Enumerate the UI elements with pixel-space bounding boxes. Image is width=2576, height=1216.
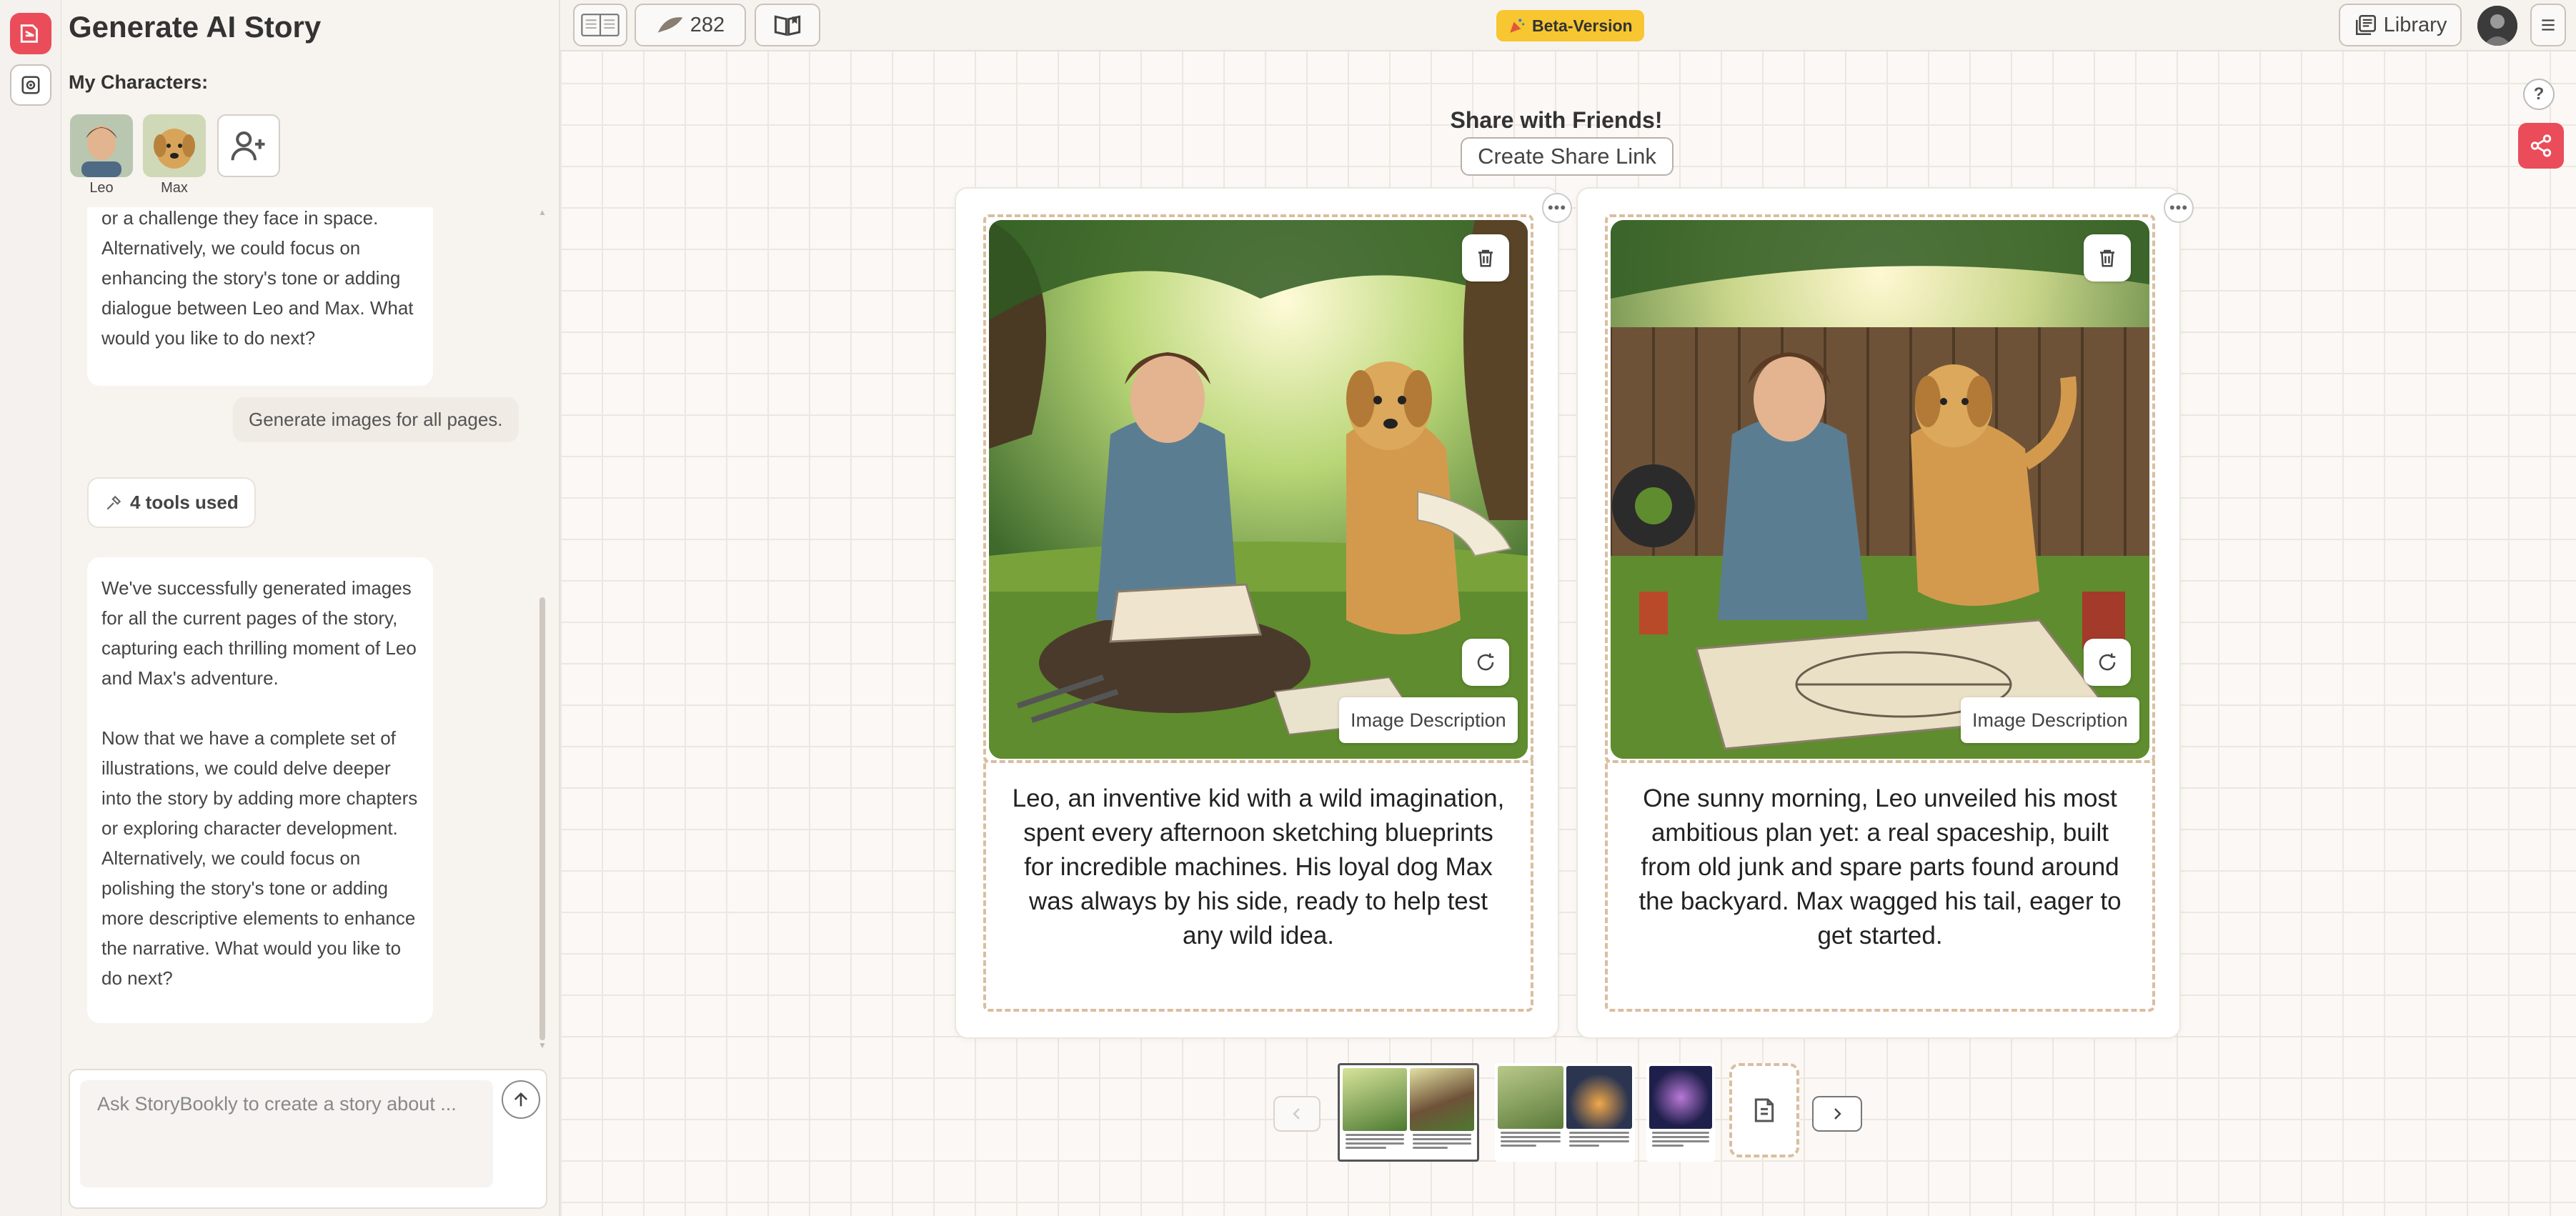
party-popper-icon	[1510, 19, 1525, 33]
book-layout-icon	[581, 14, 620, 36]
spread-thumbnail[interactable]	[1646, 1063, 1715, 1162]
create-share-link-button[interactable]: Create Share Link	[1461, 137, 1674, 176]
top-toolbar: 282 Beta-Version Library	[560, 0, 2576, 51]
chevron-right-icon	[1834, 1108, 1841, 1120]
send-button[interactable]	[502, 1080, 540, 1119]
beta-version-badge: Beta-Version	[1496, 10, 1644, 41]
character-max[interactable]: Max	[143, 114, 206, 196]
assistant-message: or a challenge they face in space. Alter…	[87, 207, 433, 386]
more-dots-icon: •••	[2169, 199, 2189, 216]
page-illustration[interactable]	[1611, 220, 2149, 759]
thumbnail-page	[1498, 1066, 1563, 1159]
assistant-message-text: or a challenge they face in space. Alter…	[101, 207, 414, 349]
page-illustration[interactable]	[989, 220, 1528, 759]
story-page-card: •••	[955, 187, 1572, 1039]
trash-icon	[2100, 249, 2114, 267]
left-rail	[0, 0, 61, 1216]
credits-button[interactable]: 282	[635, 4, 746, 46]
character-leo[interactable]: Leo	[70, 114, 133, 196]
library-icon	[2355, 14, 2376, 36]
story-page-card: •••	[1576, 187, 2194, 1039]
share-float-button[interactable]	[2518, 123, 2564, 169]
chat-history: or a challenge they face in space. Alter…	[61, 207, 547, 1050]
arrow-up-icon	[514, 1092, 528, 1107]
panel-title: Generate AI Story	[69, 10, 322, 44]
regenerate-image-button[interactable]	[1462, 639, 1509, 686]
add-character-button[interactable]	[217, 114, 280, 177]
chat-composer	[69, 1069, 547, 1209]
character-name: Leo	[89, 180, 114, 196]
assistant-message-text: Now that we have a complete set of illus…	[101, 727, 418, 989]
reader-mode-button[interactable]	[755, 4, 820, 46]
library-button[interactable]: Library	[2339, 4, 2462, 46]
user-avatar[interactable]	[2477, 6, 2517, 46]
rail-settings-button[interactable]	[10, 64, 51, 106]
chat-scrollbar[interactable]: ▲ ▼	[537, 207, 547, 1050]
storybook-logo-icon	[20, 24, 38, 43]
refresh-icon	[1477, 653, 1494, 671]
delete-image-button[interactable]	[2084, 234, 2131, 281]
thumbnail-page	[1566, 1066, 1632, 1159]
tools-used-label: 4 tools used	[130, 492, 239, 513]
tools-icon	[106, 495, 121, 509]
share-title: Share with Friends!	[1450, 107, 1663, 133]
share-icon	[2530, 134, 2552, 157]
library-label: Library	[2383, 13, 2447, 36]
spread-thumbnail-active[interactable]	[1338, 1063, 1479, 1162]
story-canvas: 282 Beta-Version Library ? Share with Fr…	[560, 0, 2576, 1216]
regenerate-image-button[interactable]	[2084, 639, 2131, 686]
add-page-button[interactable]	[1729, 1063, 1799, 1157]
hamburger-menu-icon	[2542, 19, 2555, 31]
story-prompt-input[interactable]	[80, 1080, 493, 1187]
main-menu-button[interactable]	[2530, 4, 2566, 46]
avatar-max	[143, 114, 206, 177]
thumbnail-page	[1410, 1068, 1474, 1157]
thumbnail-page	[1649, 1066, 1712, 1159]
trash-icon	[1478, 249, 1493, 267]
layout-toggle-button[interactable]	[573, 4, 627, 46]
image-description-button[interactable]: Image Description	[1339, 697, 1518, 743]
delete-image-button[interactable]	[1462, 234, 1509, 281]
gear-icon	[21, 76, 40, 94]
credits-count: 282	[690, 13, 725, 36]
open-book-icon	[774, 15, 801, 36]
chevron-left-icon	[1293, 1108, 1300, 1120]
page-options-button[interactable]: •••	[1542, 193, 1572, 223]
add-page-icon	[1754, 1098, 1774, 1122]
scroll-thumb[interactable]	[539, 597, 545, 1040]
page-text[interactable]: One sunny morning, Leo unveiled his most…	[1605, 760, 2155, 1012]
beta-version-label: Beta-Version	[1532, 16, 1633, 35]
scroll-down-arrow[interactable]: ▼	[537, 1040, 547, 1050]
app-logo-button[interactable]	[10, 13, 51, 54]
user-message: Generate images for all pages.	[233, 397, 519, 442]
next-spread-button[interactable]	[1812, 1096, 1862, 1132]
spread-thumbnail[interactable]	[1495, 1063, 1635, 1162]
characters-label: My Characters:	[69, 71, 209, 93]
previous-spread-button[interactable]	[1273, 1096, 1321, 1132]
scroll-up-arrow[interactable]: ▲	[537, 207, 547, 217]
avatar-leo	[70, 114, 133, 177]
character-name: Max	[161, 180, 188, 196]
page-options-button[interactable]: •••	[2164, 193, 2194, 223]
help-button[interactable]: ?	[2523, 79, 2555, 110]
image-description-button[interactable]: Image Description	[1961, 697, 2139, 743]
refresh-icon	[2099, 653, 2116, 671]
assistant-message: We've successfully generated images for …	[87, 557, 433, 1023]
page-text[interactable]: Leo, an inventive kid with a wild imagin…	[983, 760, 1533, 1012]
add-user-icon	[231, 131, 265, 161]
assistant-message-text: We've successfully generated images for …	[101, 577, 417, 689]
tools-used-toggle[interactable]: 4 tools used	[87, 477, 256, 528]
quill-icon	[657, 17, 683, 33]
page-image-frame: Image Description	[1605, 214, 2155, 763]
page-image-frame: Image Description	[983, 214, 1533, 763]
more-dots-icon: •••	[1547, 199, 1567, 216]
thumbnail-page	[1343, 1068, 1407, 1157]
story-chat-panel: Generate AI Story My Characters: Leo Max…	[61, 0, 560, 1216]
